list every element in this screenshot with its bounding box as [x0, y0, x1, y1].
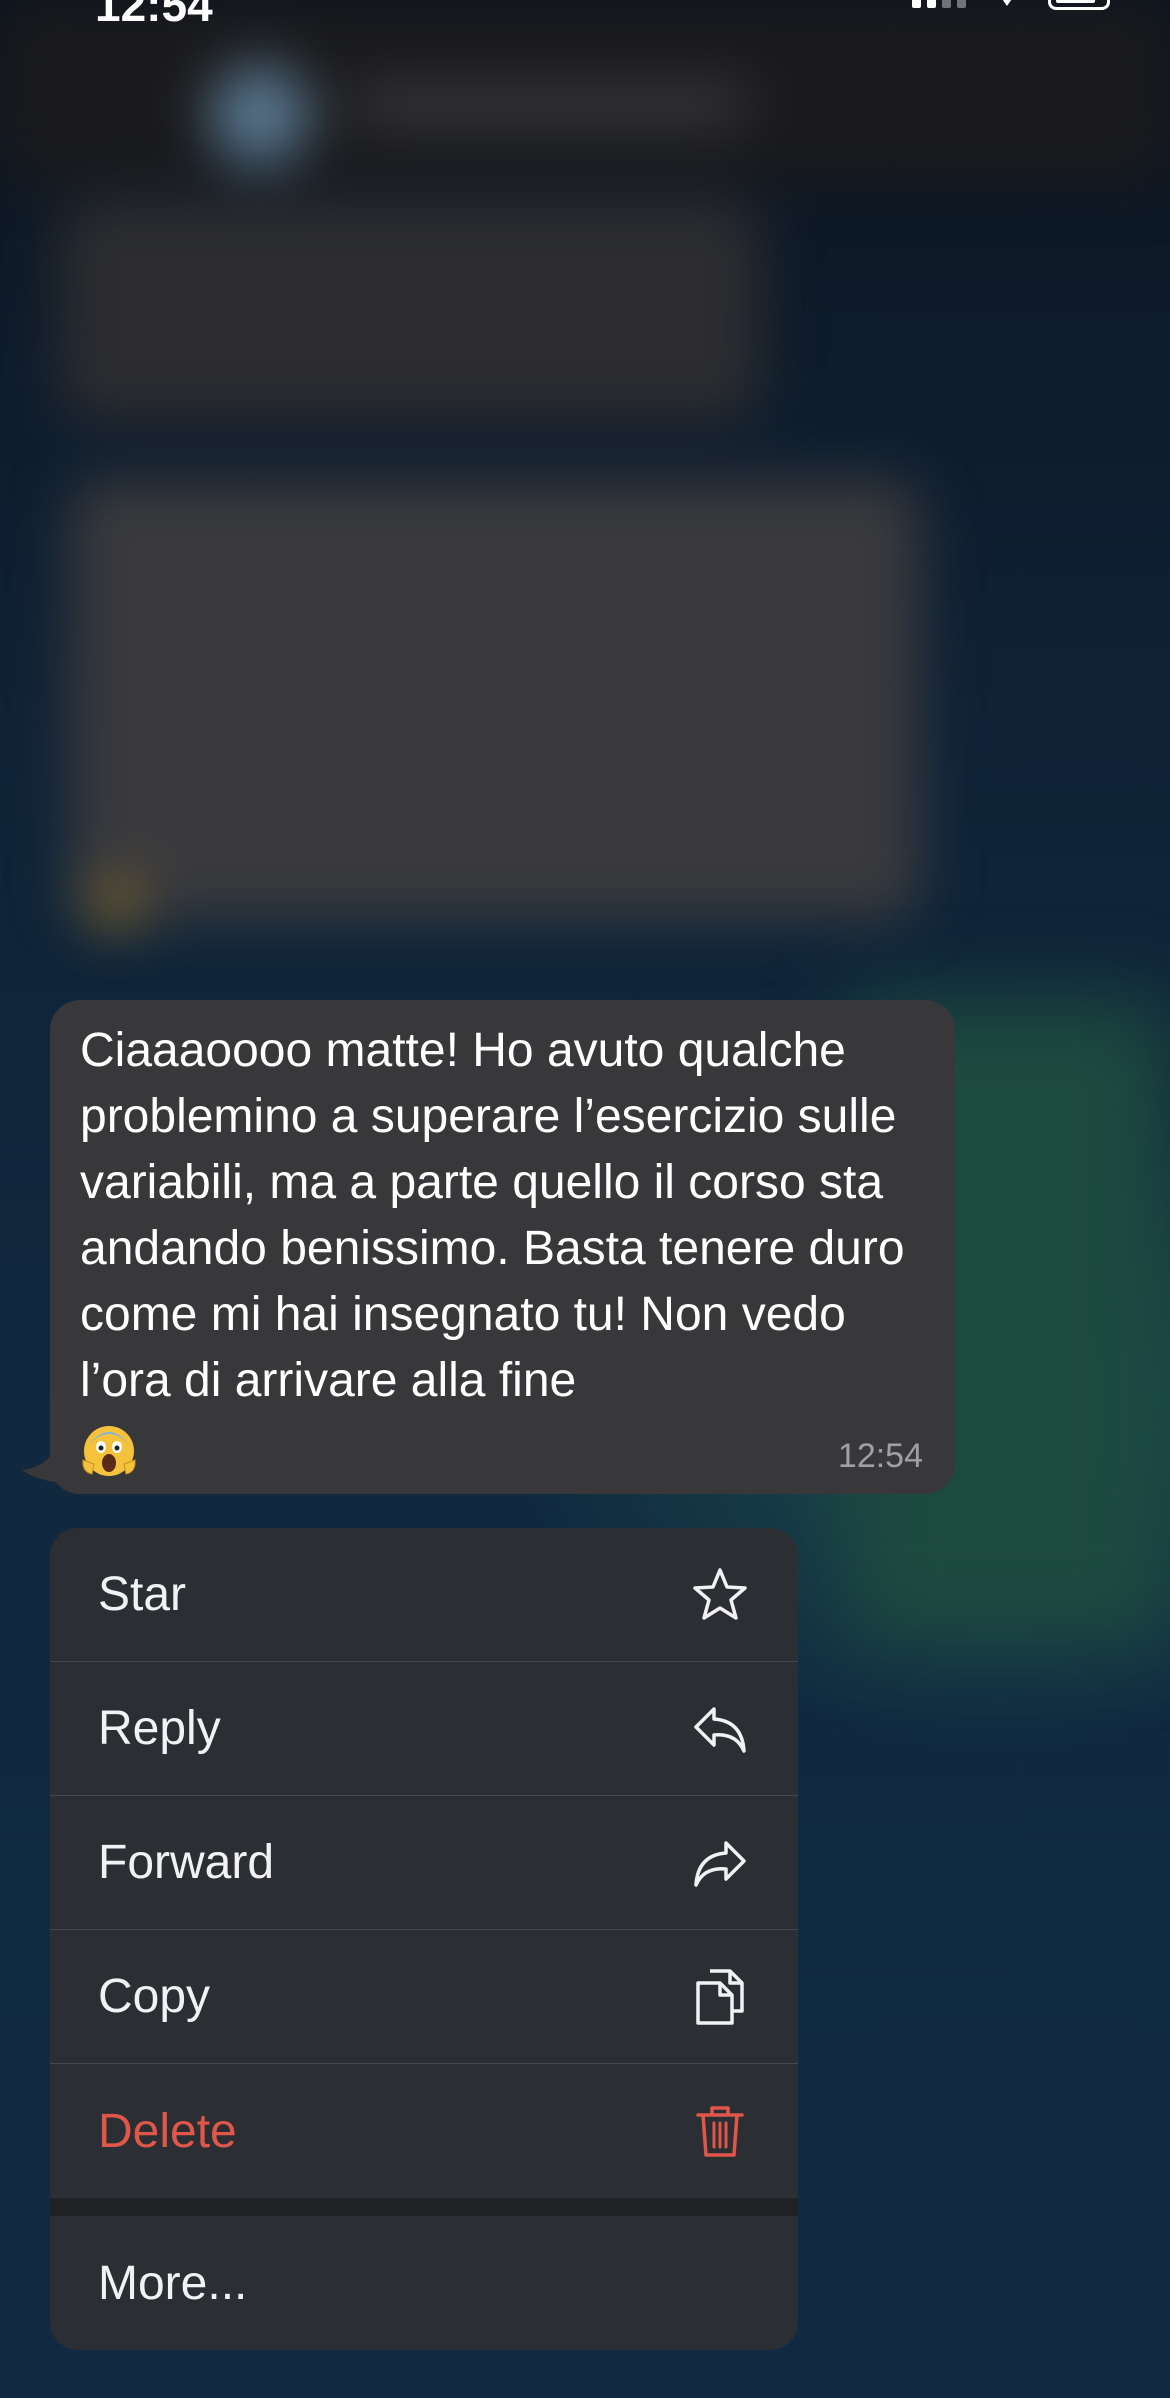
menu-item-star[interactable]: Star	[50, 1528, 798, 1662]
menu-separator	[50, 2198, 798, 2216]
status-icons	[912, 0, 1110, 10]
blurred-chat-background	[0, 0, 1170, 1000]
status-time: 12:54	[95, 0, 213, 31]
message-timestamp: 12:54	[837, 1437, 923, 1475]
trash-icon	[690, 2101, 750, 2161]
blurred-message-bubble	[60, 200, 760, 420]
reply-icon	[690, 1699, 750, 1759]
blurred-reaction	[90, 880, 140, 930]
menu-item-delete[interactable]: Delete	[50, 2064, 798, 2198]
menu-item-copy[interactable]: Copy	[50, 1930, 798, 2064]
battery-icon	[1048, 0, 1110, 10]
star-icon	[690, 1565, 750, 1625]
menu-item-forward[interactable]: Forward	[50, 1796, 798, 1930]
blurred-message-bubble	[70, 480, 920, 920]
message-context-menu: Star Reply Forward Copy Delete More...	[50, 1528, 798, 2350]
menu-item-label: Delete	[98, 2104, 237, 2158]
forward-icon	[690, 1833, 750, 1893]
message-bubble[interactable]: Ciaaaoooo matte! Ho avuto qualche proble…	[50, 1000, 955, 1494]
chat-screen: 12:54 Ciaaaoooo matte! Ho avuto qualche …	[0, 0, 1170, 2398]
menu-item-more[interactable]: More...	[50, 2216, 798, 2350]
menu-item-label: More...	[98, 2256, 248, 2310]
status-bar: 12:54	[0, 0, 1170, 31]
wifi-icon	[1002, 0, 1012, 6]
menu-item-label: Reply	[98, 1702, 221, 1755]
menu-item-reply[interactable]: Reply	[50, 1662, 798, 1796]
blurred-contact-name	[350, 85, 750, 125]
message-text: Ciaaaoooo matte! Ho avuto qualche proble…	[80, 1024, 918, 1407]
menu-item-label: Star	[98, 1568, 187, 1621]
copy-icon	[690, 1967, 750, 2027]
cellular-signal-icon	[912, 0, 966, 8]
menu-item-label: Copy	[98, 1970, 211, 2023]
menu-item-label: Forward	[98, 1836, 275, 1889]
blurred-avatar	[210, 65, 310, 165]
screaming-face-emoji	[80, 1420, 138, 1478]
